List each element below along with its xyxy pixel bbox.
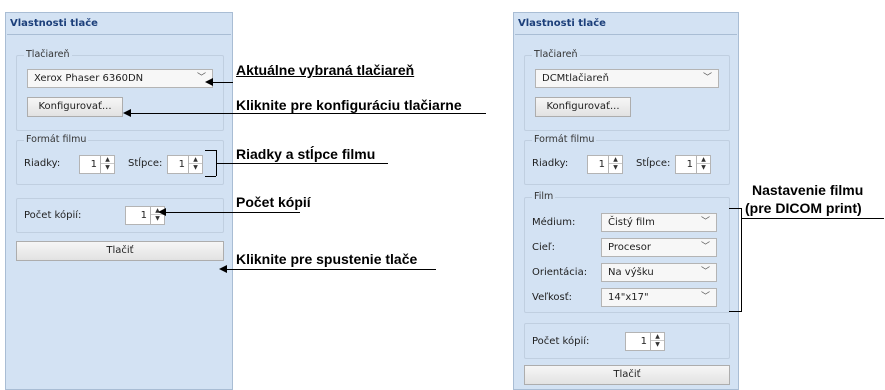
spin-down-icon[interactable]: ▼ <box>697 164 710 172</box>
chevron-down-icon: ﹀ <box>700 217 710 227</box>
spin-down-icon[interactable]: ▼ <box>101 164 114 172</box>
annotation-bracket <box>729 311 741 312</box>
annotation-arrow-icon <box>158 208 166 216</box>
cols-label: Stĺpce: <box>636 158 671 169</box>
print-properties-panel-right: Vlastnosti tlače Tlačiareň DCMtlačiareň … <box>513 12 739 390</box>
printer-group: Tlačiareň Xerox Phaser 6360DN ﹀ Konfigur… <box>16 49 224 131</box>
annotation-film-settings-line2: (pre DICOM print) <box>745 200 862 216</box>
copies-stepper[interactable]: 1 ▲ ▼ <box>625 332 665 351</box>
size-label: Veľkosť: <box>532 292 573 303</box>
printer-select[interactable]: DCMtlačiareň ﹀ <box>535 69 719 88</box>
chevron-down-icon: ﹀ <box>700 242 710 252</box>
spin-down-icon[interactable]: ▼ <box>609 164 622 172</box>
medium-select-value: Čistý film <box>608 217 655 228</box>
copies-group: Počet kópií: 1 ▲ ▼ <box>16 198 224 233</box>
annotation-bracket <box>729 208 741 209</box>
medium-label: Médium: <box>532 217 576 228</box>
copies-label: Počet kópií: <box>532 336 590 347</box>
printer-select-value: Xerox Phaser 6360DN <box>34 73 144 84</box>
chevron-down-icon: ﹀ <box>700 267 710 277</box>
printer-select-value: DCMtlačiareň <box>542 73 609 84</box>
annotation-bracket <box>205 176 216 177</box>
spin-up-icon[interactable]: ▲ <box>189 156 202 164</box>
annotation-bracket <box>741 208 742 312</box>
print-button[interactable]: Tlačiť <box>524 365 730 385</box>
annotation-line <box>226 269 436 270</box>
film-format-group-label: Formát filmu <box>24 134 89 146</box>
rows-value: 1 <box>90 159 97 170</box>
rows-label: Riadky: <box>24 158 61 169</box>
spin-up-icon[interactable]: ▲ <box>101 156 114 164</box>
printer-group-label: Tlačiareň <box>24 49 72 61</box>
target-select[interactable]: Procesor ﹀ <box>601 238 717 257</box>
print-properties-panel-left: Vlastnosti tlače Tlačiareň Xerox Phaser … <box>5 12 233 390</box>
title-divider <box>515 34 737 35</box>
spin-down-icon[interactable]: ▼ <box>651 341 664 349</box>
target-label: Cieľ: <box>532 242 556 253</box>
copies-label: Počet kópií: <box>24 210 82 221</box>
film-format-group: Formát filmu Riadky: 1 ▲ ▼ Stĺpce: 1 ▲ ▼ <box>16 134 224 185</box>
annotation-bracket <box>205 150 216 151</box>
cols-label: Stĺpce: <box>128 158 163 169</box>
spin-down-icon[interactable]: ▼ <box>189 164 202 172</box>
annotation-film-settings-line1: Nastavenie filmu <box>752 182 864 198</box>
annotation-configure: Kliknite pre konfiguráciu tlačiarne <box>236 97 462 113</box>
film-group: Film Médium: Čistý film ﹀ Cieľ: Procesor… <box>524 191 730 313</box>
size-select[interactable]: 14"x17" ﹀ <box>601 288 717 307</box>
chevron-down-icon: ﹀ <box>702 73 712 83</box>
annotation-line <box>165 212 300 213</box>
title-divider <box>7 34 231 35</box>
panel-title: Vlastnosti tlače <box>10 18 98 29</box>
rows-label: Riadky: <box>532 158 569 169</box>
annotation-arrow-icon <box>205 78 213 86</box>
annotation-line <box>213 82 233 83</box>
chevron-down-icon: ﹀ <box>700 292 710 302</box>
configure-printer-button[interactable]: Konfigurovať... <box>535 97 631 117</box>
orientation-select-value: Na výšku <box>608 267 654 278</box>
annotation-arrow-icon <box>219 265 227 273</box>
annotation-line <box>216 163 388 164</box>
rows-value: 1 <box>598 159 605 170</box>
cols-stepper[interactable]: 1 ▲ ▼ <box>167 155 203 174</box>
print-button[interactable]: Tlačiť <box>16 241 224 261</box>
orientation-label: Orientácia: <box>532 267 588 278</box>
orientation-select[interactable]: Na výšku ﹀ <box>601 263 717 282</box>
spin-up-icon[interactable]: ▲ <box>697 156 710 164</box>
film-group-label: Film <box>532 191 556 203</box>
annotation-rows-cols: Riadky a stĺpce filmu <box>236 146 376 162</box>
film-format-group-label: Formát filmu <box>532 134 597 146</box>
printer-group: Tlačiareň DCMtlačiareň ﹀ Konfigurovať... <box>524 49 730 131</box>
size-select-value: 14"x17" <box>608 292 649 303</box>
annotation-line <box>130 113 486 114</box>
spin-up-icon[interactable]: ▲ <box>609 156 622 164</box>
annotation-arrow-icon <box>123 109 131 117</box>
copies-value: 1 <box>640 336 647 347</box>
printer-select[interactable]: Xerox Phaser 6360DN ﹀ <box>27 69 213 88</box>
configure-printer-button[interactable]: Konfigurovať... <box>27 97 123 117</box>
panel-title: Vlastnosti tlače <box>518 18 606 29</box>
medium-select[interactable]: Čistý film ﹀ <box>601 213 717 232</box>
spin-down-icon[interactable]: ▼ <box>151 215 164 223</box>
cols-stepper[interactable]: 1 ▲ ▼ <box>675 155 711 174</box>
copies-group: Počet kópií: 1 ▲ ▼ <box>524 323 730 359</box>
annotation-copies: Počet kópií <box>236 194 311 210</box>
copies-value: 1 <box>140 210 147 221</box>
annotation-selected-printer: Aktuálne vybraná tlačiareň <box>236 62 415 78</box>
target-select-value: Procesor <box>608 242 651 253</box>
film-format-group: Formát filmu Riadky: 1 ▲ ▼ Stĺpce: 1 ▲ ▼ <box>524 134 730 185</box>
annotation-line <box>741 218 884 219</box>
rows-stepper[interactable]: 1 ▲ ▼ <box>79 155 115 174</box>
spin-up-icon[interactable]: ▲ <box>651 333 664 341</box>
cols-value: 1 <box>686 159 693 170</box>
cols-value: 1 <box>178 159 185 170</box>
rows-stepper[interactable]: 1 ▲ ▼ <box>587 155 623 174</box>
annotation-print: Kliknite pre spustenie tlače <box>236 251 418 267</box>
printer-group-label: Tlačiareň <box>532 49 580 61</box>
